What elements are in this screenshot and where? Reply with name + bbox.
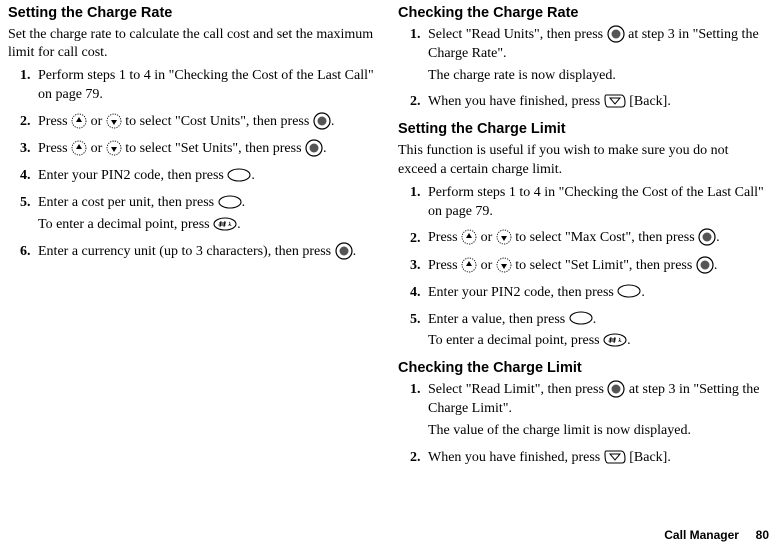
heading-checking-charge-rate: Checking the Charge Rate (398, 4, 768, 24)
step-2: When you have finished, press [Back]. (424, 449, 768, 468)
steps-checking-charge-rate: Select "Read Units", then press at step … (398, 26, 768, 113)
step-text: or (91, 141, 106, 156)
step-2: Press or to select "Cost Units", then pr… (34, 113, 378, 132)
step-text: [Back]. (629, 450, 671, 465)
step-text: Press (428, 231, 461, 246)
step-text: or (481, 231, 496, 246)
steps-checking-charge-limit: Select "Read Limit", then press at step … (398, 381, 768, 468)
step-text: . (714, 258, 718, 273)
step-text: When you have finished, press (428, 450, 604, 465)
step-text: . (641, 285, 645, 300)
center-key-icon (313, 112, 331, 130)
heading-checking-charge-limit: Checking the Charge Limit (398, 359, 768, 379)
step-2: When you have finished, press [Back]. (424, 93, 768, 112)
right-softkey-icon (604, 449, 626, 465)
center-key-icon (607, 25, 625, 43)
nav-down-icon (496, 257, 512, 273)
step-1: Perform steps 1 to 4 in "Checking the Co… (34, 67, 378, 105)
step-text: . (331, 114, 335, 129)
step-text: . (353, 244, 357, 259)
step-4: Enter your PIN2 code, then press . (34, 167, 378, 186)
steps-setting-charge-limit: Perform steps 1 to 4 in "Checking the Co… (398, 184, 768, 352)
step-6: Enter a currency unit (up to 3 character… (34, 243, 378, 262)
section-setting-charge-limit: Setting the Charge Limit This function i… (398, 120, 768, 351)
step-text: [Back]. (629, 94, 671, 109)
center-key-icon (335, 242, 353, 260)
step-text: . (716, 231, 720, 246)
step-text: . (627, 333, 631, 348)
step-5: Enter a value, then press . To enter a d… (424, 311, 768, 352)
step-text: or (91, 114, 106, 129)
center-key-icon (696, 256, 714, 274)
step-text: Enter a currency unit (up to 3 character… (38, 244, 335, 259)
step-text: . (323, 141, 327, 156)
heading-setting-charge-rate: Setting the Charge Rate (8, 4, 378, 24)
section-setting-charge-rate: Setting the Charge Rate Set the charge r… (8, 4, 378, 262)
nav-up-icon (71, 140, 87, 156)
oval-key-icon (569, 311, 593, 325)
step-text: or (481, 258, 496, 273)
step-text: Press (38, 141, 71, 156)
step-4: Enter your PIN2 code, then press . (424, 284, 768, 303)
center-key-icon (305, 139, 323, 157)
nav-down-icon (106, 113, 122, 129)
step-text: When you have finished, press (428, 94, 604, 109)
step-text: Select "Read Units", then press (428, 27, 607, 42)
step-text: Enter your PIN2 code, then press (38, 168, 227, 183)
oval-key-icon (227, 168, 251, 182)
step-text: Perform steps 1 to 4 in "Checking the Co… (428, 185, 764, 219)
step-text: The value of the charge limit is now dis… (428, 422, 768, 441)
step-text: Perform steps 1 to 4 in "Checking the Co… (38, 68, 374, 102)
step-text: . (251, 168, 255, 183)
step-3: Press or to select "Set Units", then pre… (34, 140, 378, 159)
step-text: Press (428, 258, 461, 273)
step-text: Enter your PIN2 code, then press (428, 285, 617, 300)
section-checking-charge-limit: Checking the Charge Limit Select "Read L… (398, 359, 768, 467)
footer-section-label: Call Manager (664, 528, 739, 542)
step-text: to select "Max Cost", then press (515, 231, 698, 246)
step-text: Enter a value, then press (428, 312, 569, 327)
section-checking-charge-rate: Checking the Charge Rate Select "Read Un… (398, 4, 768, 112)
right-column: Checking the Charge Rate Select "Read Un… (398, 4, 768, 476)
steps-setting-charge-rate: Perform steps 1 to 4 in "Checking the Co… (8, 67, 378, 262)
step-text: To enter a decimal point, press (428, 333, 603, 348)
intro-setting-charge-rate: Set the charge rate to calculate the cal… (8, 26, 378, 64)
nav-up-icon (461, 257, 477, 273)
step-text: . (237, 217, 241, 232)
hash-key-icon (603, 333, 627, 347)
left-column: Setting the Charge Rate Set the charge r… (8, 4, 378, 476)
oval-key-icon (218, 195, 242, 209)
nav-up-icon (71, 113, 87, 129)
center-key-icon (607, 380, 625, 398)
heading-setting-charge-limit: Setting the Charge Limit (398, 120, 768, 140)
step-2: Press or to select "Max Cost", then pres… (424, 229, 768, 248)
right-softkey-icon (604, 93, 626, 109)
step-text: to select "Cost Units", then press (125, 114, 313, 129)
step-text: Press (38, 114, 71, 129)
step-text: Select "Read Limit", then press (428, 382, 607, 397)
page-footer: Call Manager 80 (664, 527, 769, 543)
step-text: to select "Set Limit", then press (515, 258, 696, 273)
nav-down-icon (106, 140, 122, 156)
step-text: Enter a cost per unit, then press (38, 195, 218, 210)
step-text: . (593, 312, 597, 327)
step-1: Select "Read Units", then press at step … (424, 26, 768, 86)
hash-key-icon (213, 217, 237, 231)
step-1: Select "Read Limit", then press at step … (424, 381, 768, 441)
step-text: The charge rate is now displayed. (428, 67, 768, 86)
nav-up-icon (461, 229, 477, 245)
nav-down-icon (496, 229, 512, 245)
intro-setting-charge-limit: This function is useful if you wish to m… (398, 142, 768, 180)
step-1: Perform steps 1 to 4 in "Checking the Co… (424, 184, 768, 222)
step-5: Enter a cost per unit, then press . To e… (34, 194, 378, 235)
oval-key-icon (617, 284, 641, 298)
footer-page-number: 80 (756, 528, 769, 542)
step-text: To enter a decimal point, press (38, 217, 213, 232)
center-key-icon (698, 228, 716, 246)
step-3: Press or to select "Set Limit", then pre… (424, 257, 768, 276)
step-text: . (242, 195, 246, 210)
step-text: to select "Set Units", then press (125, 141, 305, 156)
